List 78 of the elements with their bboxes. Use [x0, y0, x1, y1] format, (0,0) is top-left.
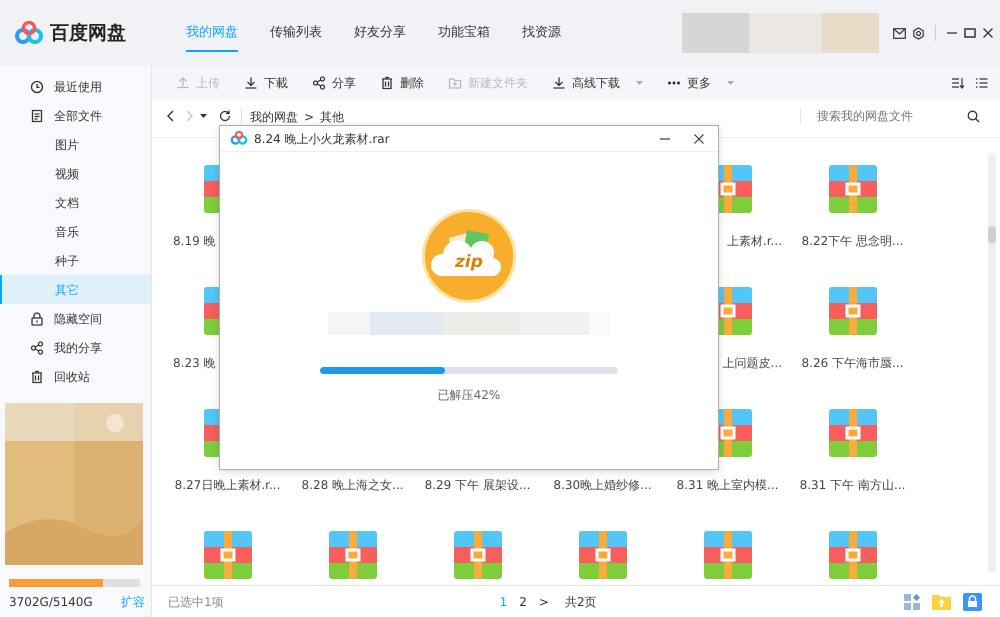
archive-icon[interactable]: [828, 409, 876, 457]
breadcrumb-separator: >: [304, 109, 314, 126]
archive-icon[interactable]: [328, 531, 376, 579]
file-name[interactable]: 8.31 晚上室内模...: [665, 476, 790, 494]
nav-tab[interactable]: 找资源: [506, 0, 577, 66]
logo-icon: [230, 131, 248, 146]
lock-icon[interactable]: [963, 592, 982, 610]
sidebar-item[interactable]: 我的分享: [0, 333, 151, 362]
scrollbar[interactable]: [988, 153, 996, 573]
sidebar-item[interactable]: 文档: [0, 188, 151, 217]
clock-icon: [30, 80, 44, 94]
file-name[interactable]: 8.29 下午 展架设...: [415, 476, 540, 494]
sidebar-item[interactable]: 全部文件: [0, 101, 151, 130]
sidebar-item[interactable]: 视频: [0, 159, 151, 188]
file-name[interactable]: 8.31 下午 南方山...: [790, 476, 915, 494]
file-name[interactable]: 8.27日晚上素材.r...: [165, 476, 290, 494]
toolbar-button[interactable]: 更多: [655, 68, 746, 98]
sidebar-item[interactable]: 音乐: [0, 217, 151, 246]
sidebar-item[interactable]: 最近使用: [0, 72, 151, 101]
nav-tab[interactable]: 功能宝箱: [422, 0, 506, 66]
trash-icon: [30, 370, 44, 384]
zip-label: zip: [455, 252, 483, 272]
search-icon[interactable]: [967, 110, 980, 122]
sidebar-item[interactable]: 图片: [0, 130, 151, 159]
page-button[interactable]: 2: [513, 592, 533, 610]
zip-archive-icon: [421, 208, 517, 304]
share-icon: [312, 76, 326, 90]
toolbar-button[interactable]: 高线下载: [540, 68, 655, 98]
nav-tab[interactable]: 好友分享: [338, 0, 422, 66]
upload-icon: [176, 76, 190, 90]
archive-icon[interactable]: [828, 165, 876, 213]
close-icon: [694, 134, 704, 144]
sidebar-item[interactable]: 隐藏空间: [0, 304, 151, 333]
file-name[interactable]: 8.22下午 思念明...: [790, 232, 915, 250]
download-icon: [552, 76, 566, 90]
archive-icon[interactable]: [578, 531, 626, 579]
archive-icon[interactable]: [828, 531, 876, 579]
sort-icon[interactable]: [951, 77, 965, 89]
breadcrumb-item[interactable]: 其他: [320, 108, 344, 126]
toolbar-button[interactable]: 分享: [300, 68, 368, 98]
next-page-button[interactable]: >: [532, 592, 555, 610]
sidebar-item[interactable]: 回收站: [0, 362, 151, 391]
archive-icon[interactable]: [828, 287, 876, 335]
maximize-icon[interactable]: [964, 27, 976, 39]
logo-icon: [14, 21, 44, 45]
folder-icon: [448, 76, 462, 90]
breadcrumb-item[interactable]: 我的网盘: [250, 108, 298, 126]
trash-icon: [380, 76, 394, 90]
search-field[interactable]: 搜索我的网盘文件: [800, 108, 1000, 124]
toolbar-button[interactable]: 下載: [232, 68, 300, 98]
archive-icon[interactable]: [454, 531, 502, 579]
download-icon: [244, 76, 258, 90]
scrollbar-thumb[interactable]: [988, 226, 996, 244]
nav-tab[interactable]: 传输列表: [254, 0, 338, 66]
app-name: 百度网盘: [50, 20, 126, 46]
archive-icon[interactable]: [204, 531, 252, 579]
file-name[interactable]: 8.30晚上婚纱修...: [540, 476, 665, 494]
toolbar-button[interactable]: 删除: [368, 68, 436, 98]
file-name[interactable]: 8.28 晚上海之女...: [290, 476, 415, 494]
refresh-icon[interactable]: [219, 110, 231, 122]
storage-text: 3702G/5140G: [9, 594, 93, 611]
archive-icon[interactable]: [704, 531, 752, 579]
dialog-title: 8.24 晚上小火龙素材.rar: [254, 130, 390, 148]
close-icon[interactable]: [982, 27, 994, 39]
mail-icon[interactable]: [893, 28, 906, 38]
page-total: 共2页: [564, 594, 597, 610]
dropdown-icon[interactable]: [200, 114, 207, 118]
progress-text: 已解压42%: [438, 387, 500, 404]
lock-icon: [30, 312, 44, 326]
share-icon: [30, 340, 44, 354]
document-icon: [30, 108, 44, 122]
sidebar-item[interactable]: 种子: [0, 246, 151, 275]
selection-text: 已选中1项: [168, 594, 224, 610]
file-name[interactable]: 8.26 下午海市蜃...: [790, 354, 915, 372]
back-icon[interactable]: [166, 110, 174, 122]
grid-view-icon[interactable]: [904, 594, 920, 610]
list-view-icon[interactable]: [975, 77, 988, 89]
settings-icon[interactable]: [912, 26, 925, 40]
